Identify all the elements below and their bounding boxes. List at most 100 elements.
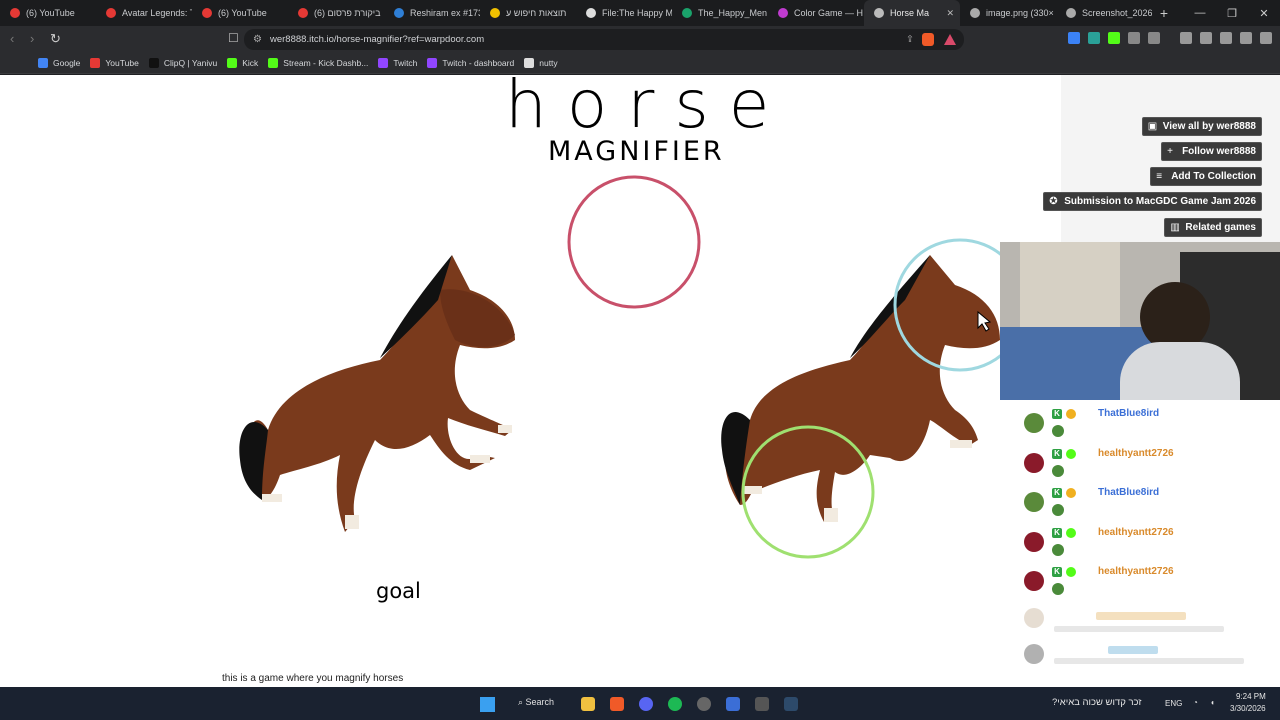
bookmark-label: Twitch [393,57,418,68]
wallet-icon[interactable] [1200,32,1212,44]
youtube-icon [298,8,308,18]
emote-icon [1052,543,1064,556]
browser-tab[interactable]: (6) YouTube [192,0,288,26]
app-icon[interactable] [755,697,769,711]
faded-chat-messages [1024,608,1264,678]
search-label: Search [525,697,555,707]
discord-icon[interactable] [639,697,653,711]
avatar [1024,571,1044,591]
youtube-icon [10,8,20,18]
browser-tab[interactable]: The_Happy_Men [672,0,768,26]
badge-icon [1066,409,1076,419]
bookmark-item[interactable]: Google [38,57,80,68]
bookmark-item[interactable]: Twitch [378,57,418,68]
game-description: this is a game where you magnify horses [222,673,404,684]
vpn-icon[interactable] [1240,32,1252,44]
k-icon [490,8,500,18]
media-icon[interactable] [1148,32,1160,44]
bookmark-icon[interactable]: ☐ [228,31,239,45]
globe-icon [970,8,980,18]
itch-button[interactable]: ▣ View all by wer8888 [1141,117,1262,136]
browser-tab[interactable]: Avatar Legends: T [96,0,192,26]
badge-icon [1066,567,1076,577]
puzzle-icon[interactable] [1128,32,1140,44]
itch-button[interactable]: ▥ Related games [1164,218,1262,237]
chat-username[interactable]: healthyantt2726 [1098,527,1174,538]
back-icon[interactable]: ‹ [10,31,14,46]
new-tab-button[interactable]: + [1152,5,1176,21]
tab-label: Color Game — H [794,8,864,18]
app-icon[interactable] [726,697,740,711]
bookmark-item[interactable]: Kick [227,57,258,68]
extension-icon[interactable] [1088,32,1100,44]
brave-rewards-icon[interactable] [944,34,956,45]
file-explorer-icon[interactable] [581,697,595,711]
browser-tab[interactable]: Horse Ma ✕ [864,0,960,26]
search-button[interactable]: ⌕ Search [518,697,554,708]
itch-button[interactable]: ≡ Add To Collection [1150,167,1262,186]
start-icon[interactable] [480,697,495,712]
forward-icon[interactable]: › [30,31,34,46]
chat-username[interactable]: ThatBlue8ird [1098,487,1159,498]
notification-text: ?זכר קדוש שכוה באיאי [1052,697,1142,708]
bookmark-item[interactable]: ClipQ | Yanivu [148,57,217,68]
browser-tab[interactable]: ביקורת פרסום (6) [288,0,384,26]
kick-extension-icon[interactable] [1108,32,1120,44]
goal-label: goal [376,579,421,603]
leo-icon[interactable] [1220,32,1232,44]
volume-icon[interactable]: ◖ [1210,698,1215,707]
menu-icon[interactable] [1260,32,1272,44]
brave-shields-icon[interactable] [922,33,934,46]
globe-icon [1066,8,1076,18]
browser-tab[interactable]: Screenshot_2026 [1056,0,1152,26]
bookmark-item[interactable]: Stream - Kick Dashb... [268,57,368,68]
clock-date[interactable]: 3/30/2026 [1230,704,1266,713]
streamer-body [1120,342,1240,400]
chat-username[interactable]: healthyantt2726 [1098,566,1174,577]
itch-button-icon: ▣ [1147,121,1158,132]
wifi-icon[interactable]: ◔ [1193,698,1198,707]
browser-tab[interactable]: File:The Happy M [576,0,672,26]
tab-label: image.png (330× [986,8,1054,18]
tab-label: תוצאות חיפוש ע [506,8,567,18]
itch-button[interactable]: ✪ Submission to MacGDC Game Jam 2026 [1043,192,1262,211]
kick-badge-icon: K [1052,448,1062,459]
minimize-icon[interactable]: — [1184,7,1216,19]
bookmark-item[interactable]: Twitch - dashboard [427,57,514,68]
itch-button-icon: ✪ [1049,196,1058,207]
spotify-icon[interactable] [668,697,682,711]
clock-time[interactable]: 9:24 PM [1236,692,1266,701]
browser-tab[interactable]: image.png (330× [960,0,1056,26]
chat-username[interactable]: healthyantt2726 [1098,448,1174,459]
tab-label: The_Happy_Men [698,8,768,18]
extension-icon[interactable] [1068,32,1080,44]
window-controls: — ❐ ✕ [1184,0,1280,26]
site-info-icon[interactable]: ⚙ [253,29,262,50]
youtube-icon [106,8,116,18]
kick-badge-icon: K [1052,527,1062,538]
language-indicator[interactable]: ENG [1165,699,1182,708]
browser-tab[interactable]: (6) YouTube [0,0,96,26]
emote-icon [1052,583,1064,595]
brave-icon[interactable] [610,697,624,711]
browser-tab[interactable]: Color Game — H [768,0,864,26]
browser-tab[interactable]: תוצאות חיפוש ע [480,0,576,26]
share-icon[interactable]: ⇪ [906,29,914,50]
obs-icon[interactable] [697,697,711,711]
itch-button-label: Follow wer8888 [1182,146,1256,157]
bookmark-item[interactable]: YouTube [90,57,139,68]
reload-icon[interactable]: ↻ [50,31,61,47]
address-bar[interactable]: ⚙ wer8888.itch.io/horse-magnifier?ref=wa… [244,29,964,50]
close-window-icon[interactable]: ✕ [1248,7,1280,20]
badge-icon [1066,448,1076,459]
itch-button[interactable]: + Follow wer8888 [1161,142,1262,161]
close-tab-icon[interactable]: ✕ [946,8,954,19]
itch-button-label: Add To Collection [1171,171,1256,182]
sidebar-icon[interactable] [1180,32,1192,44]
steam-icon[interactable] [784,697,798,711]
maximize-icon[interactable]: ❐ [1216,7,1248,20]
bookmark-favicon-icon [378,57,389,68]
chat-username[interactable]: ThatBlue8ird [1098,408,1159,419]
audio-icon [874,8,884,18]
browser-tab[interactable]: Reshiram ex #173 [384,0,480,26]
